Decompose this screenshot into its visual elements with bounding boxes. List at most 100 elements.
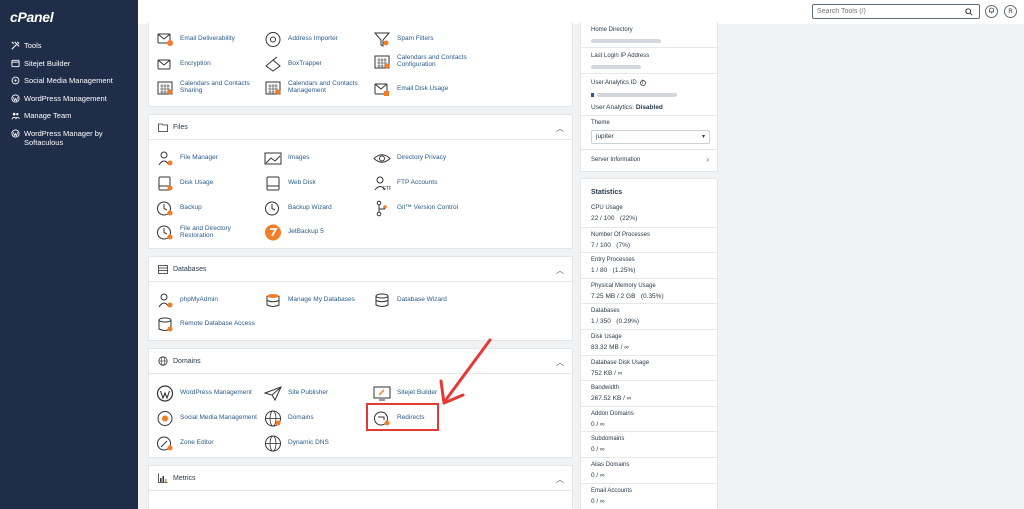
stat-value: 0 / ∞ [591,446,605,454]
tool-dynamic-dns[interactable]: Dynamic DNS [263,434,329,452]
tool-disk-usage[interactable]: Disk Usage [155,174,213,192]
tool-wordpress-management[interactable]: WordPress Management [155,384,252,402]
tool-email-disk-usage[interactable]: Email Disk Usage [372,80,448,98]
web-disk-icon [263,174,283,192]
chevron-up-icon[interactable]: ︿ [556,474,564,485]
stat-value: 0 / ∞ [591,472,605,479]
tool-label: WordPress Management [180,389,252,397]
social-media-icon [155,409,175,427]
stat-label: Database Disk Usage [591,359,650,366]
tool-social-media-management[interactable]: Social Media Management [155,409,257,427]
sidebar-item-wordpress-manager-softaculous[interactable]: WordPress Manager by Softaculous [0,126,138,147]
databases-panel-header[interactable]: Databases ︿ [149,257,572,282]
stat-value: 752 KB / ∞ [591,369,623,377]
tool-directory-privacy[interactable]: Directory Privacy [372,149,446,167]
sidebar-item-label: Social Media Management [24,76,113,85]
panel-title: Databases [173,265,207,273]
restore-icon [155,223,175,241]
backup-icon [155,199,175,217]
tool-domains[interactable]: Domains [263,409,314,427]
tool-manage-my-databases[interactable]: Manage My Databases [263,291,355,309]
tool-label: Images [288,154,310,162]
metrics-panel-header[interactable]: Metrics ︿ [149,466,572,491]
stat-row: Bandwidth 267.52 KB / ∞ [581,380,719,402]
stat-label: Email Accounts [591,487,633,494]
tool-backup[interactable]: Backup [155,199,202,217]
tool-jetbackup[interactable]: JetBackup 5 [263,223,324,241]
chevron-up-icon[interactable]: ︿ [556,357,564,368]
tool-web-disk[interactable]: Web Disk [263,174,316,192]
search-icon[interactable] [963,6,975,18]
tool-label: Git™ Version Control [397,204,459,212]
sidebar-item-sitejet-builder[interactable]: Sitejet Builder [0,56,138,74]
tool-phpmyadmin[interactable]: phpMyAdmin [155,291,218,309]
tool-database-wizard[interactable]: Database Wizard [372,291,447,309]
stat-label: Addon Domains [591,410,634,417]
stat-label: Physical Memory Usage [591,282,656,289]
stat-value: 83.32 MB / ∞ [591,344,629,351]
tool-label: File Manager [180,154,218,162]
cpanel-logo[interactable]: cPanel [10,9,54,25]
sidebar-item-manage-team[interactable]: Manage Team [0,108,138,126]
tool-file-directory-restoration[interactable]: File and Directory Restoration [155,223,255,241]
search-box[interactable] [812,4,980,19]
tool-site-publisher[interactable]: Site Publisher [263,384,328,402]
tool-label: Dynamic DNS [288,439,329,447]
tool-spam-filters[interactable]: Spam Filters [372,30,433,48]
sidebar-item-social-media-management[interactable]: Social Media Management [0,73,138,91]
theme-select[interactable]: jupiter ▾ [591,130,710,144]
chevron-up-icon[interactable]: ︿ [556,123,564,134]
filter-icon [372,30,392,48]
sidebar: cPanel Tools Sitejet Builder Social Medi… [0,0,138,509]
tool-label: Address Importer [288,35,338,43]
tool-ftp-accounts[interactable]: FTP FTP Accounts [372,174,437,192]
sidebar-item-wordpress-management[interactable]: WordPress Management [0,91,138,109]
user-menu-button[interactable]: R [1004,5,1017,18]
stat-value: 22 / 100 (22%) [591,215,638,222]
tool-label: Calendars and Contacts Sharing [180,79,250,95]
tool-encryption[interactable]: Encryption [155,55,211,73]
tool-email-deliverability[interactable]: Email Deliverability [155,30,235,48]
tool-file-manager[interactable]: File Manager [155,149,218,167]
metrics-panel: Metrics ︿ [148,465,573,509]
tool-boxtrapper[interactable]: BoxTrapper [263,55,322,73]
files-panel-header[interactable]: Files ︿ [149,115,572,140]
domains-panel-header[interactable]: Domains ︿ [149,349,572,374]
stat-label: Entry Processes [591,257,635,264]
stat-value: 267.52 KB / ∞ [591,395,632,403]
tool-images[interactable]: Images [263,149,309,167]
chevron-up-icon[interactable]: ︿ [556,265,564,276]
calendar-icon [263,78,283,96]
stat-label: Alias Domains [591,462,630,468]
user-analytics-id-label: User Analytics ID [591,80,637,86]
tool-address-importer[interactable]: Address Importer [263,30,338,48]
dropdown-caret-icon: ▾ [701,134,705,140]
user-analytics-status: User Analytics: Disabled [591,104,663,111]
info-icon[interactable]: i [639,80,646,86]
sitejet-icon [10,59,20,68]
statistics-title: Statistics [591,189,623,196]
chevron-right-icon[interactable]: › [706,155,709,164]
tool-label: BoxTrapper [288,60,322,68]
stat-value: 7 / 100 (7%) [591,241,631,249]
tool-label: Web Disk [288,179,316,187]
tool-zone-editor[interactable]: Zone Editor [155,434,214,452]
tool-label: Backup [180,204,202,212]
tool-git-version-control[interactable]: Git™ Version Control [372,199,458,217]
stat-value: 1 / 80 (1.25%) [591,267,636,275]
notifications-button[interactable] [985,5,998,18]
stat-label: CPU Usage [591,205,623,211]
tool-sitejet-builder[interactable]: Sitejet Builder [372,384,437,402]
server-information-link[interactable]: Server Information [591,157,640,163]
tool-calendars-contacts-sharing[interactable]: Calendars and Contacts Sharing [155,78,255,96]
sidebar-item-tools[interactable]: Tools [0,38,138,56]
bell-icon [988,7,995,16]
theme-label: Theme [591,120,610,126]
tool-remote-database-access[interactable]: Remote Database Access [155,315,255,333]
databases-panel: Databases ︿ phpMyAdmin Manage My Databas… [148,256,573,341]
tool-calendars-contacts-management[interactable]: Calendars and Contacts Management [263,78,363,96]
tool-calendars-contacts-configuration[interactable]: Calendars and Contacts Configuration [372,52,472,70]
search-input[interactable] [813,5,963,18]
tool-backup-wizard[interactable]: Backup Wizard [263,199,332,217]
domains-panel: Domains ︿ WordPress Management Site Publ… [148,348,573,458]
